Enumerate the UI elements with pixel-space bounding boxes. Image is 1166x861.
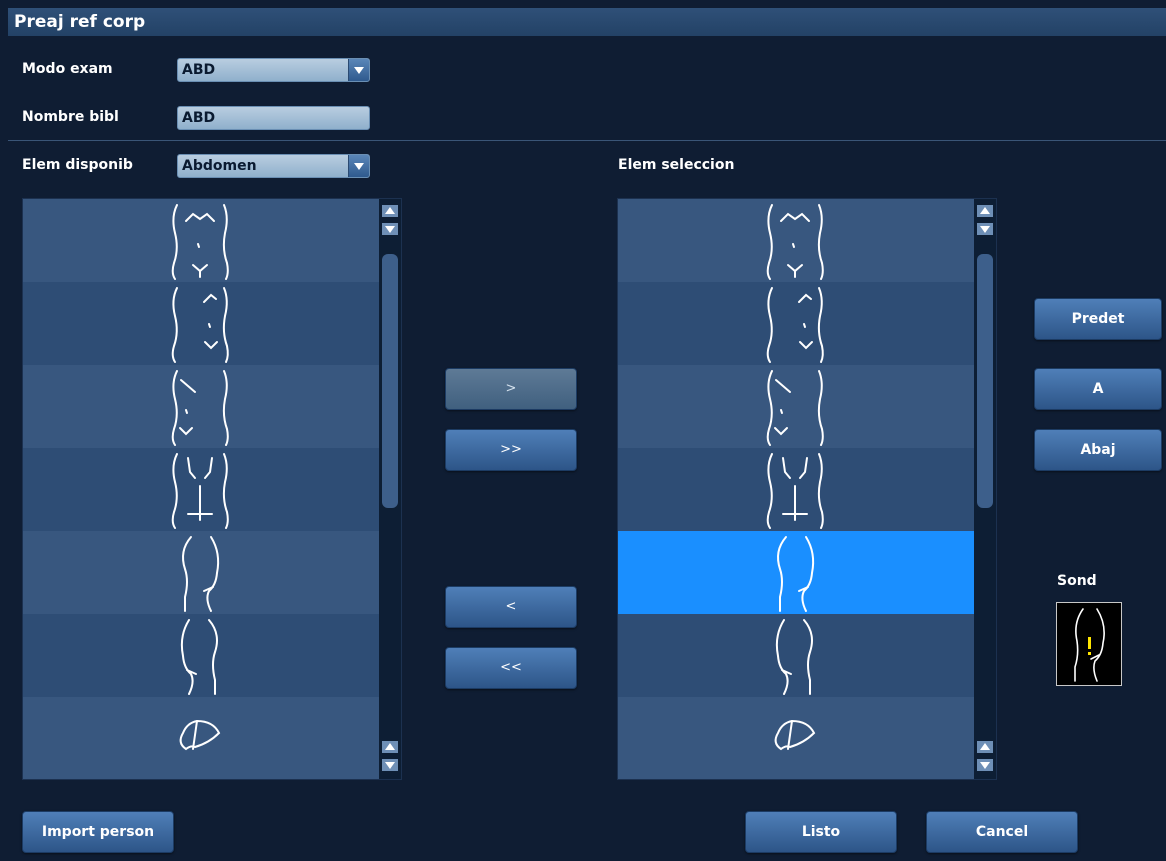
available-scrollbar[interactable] [379,199,401,779]
list-item[interactable] [23,199,379,282]
scroll-down-icon[interactable] [977,759,993,771]
scroll-up-icon[interactable] [977,205,993,217]
body-side-right-icon [777,536,815,612]
add-all-button[interactable]: >> [445,429,577,471]
scroll-up-icon[interactable] [382,741,398,753]
available-list[interactable] [22,198,402,780]
remove-button[interactable]: < [445,586,577,628]
chevron-down-icon[interactable] [348,155,369,177]
list-item[interactable] [618,282,974,365]
scroll-down-icon[interactable] [382,759,398,771]
list-item[interactable] [618,365,974,448]
cancel-button[interactable]: Cancel [926,811,1078,853]
body-side-right-icon [182,536,220,612]
body-side-left-icon [180,619,218,695]
available-category-value: Abdomen [182,158,257,174]
list-item[interactable] [23,697,379,779]
exam-mode-label: Modo exam [22,61,113,77]
body-front-icon [766,204,824,280]
window-title: Preaj ref corp [8,8,1166,36]
selected-list[interactable] [617,198,997,780]
scroll-down-icon[interactable] [382,223,398,235]
body-side-probe-icon [1074,608,1105,682]
divider [8,140,1166,141]
probe-preview [1056,602,1122,686]
chevron-down-icon[interactable] [348,59,369,81]
body-front-right-upper-icon [766,287,824,363]
scroll-up-icon[interactable] [382,205,398,217]
list-item[interactable] [23,531,379,614]
list-item[interactable] [618,614,974,697]
default-button[interactable]: Predet [1034,298,1162,340]
available-label: Elem disponib [22,157,133,173]
body-front-lower-icon [171,453,229,529]
import-button[interactable]: Import person [22,811,174,853]
list-item[interactable] [618,697,974,779]
body-front-right-upper-icon [171,287,229,363]
scroll-down-icon[interactable] [977,223,993,235]
list-item-selected[interactable] [618,531,974,614]
scroll-thumb[interactable] [382,254,398,508]
library-name-label: Nombre bibl [22,109,119,125]
probe-marker-icon [1088,637,1091,649]
scroll-thumb[interactable] [977,254,993,508]
list-item[interactable] [23,365,379,448]
body-front-icon [171,204,229,280]
remove-all-button[interactable]: << [445,647,577,689]
body-side-left-icon [775,619,813,695]
list-item[interactable] [618,448,974,531]
scroll-up-icon[interactable] [977,741,993,753]
liver-icon [774,719,816,751]
probe-label: Sond [1057,573,1097,589]
selected-label: Elem seleccion [618,157,735,173]
available-category-select[interactable]: Abdomen [177,154,370,178]
library-name-input[interactable]: ABD [177,106,370,130]
list-item[interactable] [618,199,974,282]
add-button[interactable]: > [445,368,577,410]
done-button[interactable]: Listo [745,811,897,853]
list-item[interactable] [23,448,379,531]
library-name-value: ABD [182,110,216,126]
exam-mode-value: ABD [182,62,216,78]
list-item[interactable] [23,282,379,365]
exam-mode-select[interactable]: ABD [177,58,370,82]
body-front-left-upper-icon [171,370,229,446]
move-down-button[interactable]: Abaj [1034,429,1162,471]
body-front-lower-icon [766,453,824,529]
body-front-left-upper-icon [766,370,824,446]
move-up-button[interactable]: A [1034,368,1162,410]
list-item[interactable] [23,614,379,697]
liver-icon [179,719,221,751]
selected-scrollbar[interactable] [974,199,996,779]
